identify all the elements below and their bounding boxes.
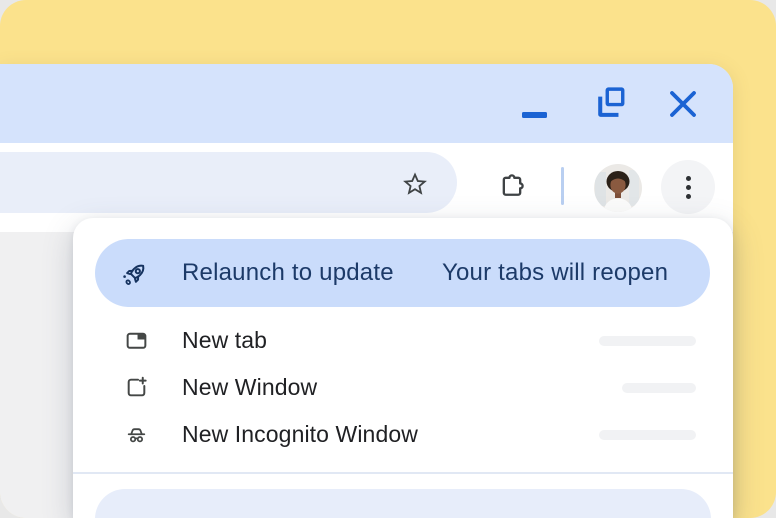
menu-item-new-window[interactable]: New Window — [73, 364, 733, 411]
shortcut-placeholder-bar — [622, 383, 696, 393]
screenshot-canvas: Relaunch to update Your tabs will reopen… — [0, 0, 776, 518]
rocket-icon — [119, 258, 151, 290]
menu-item-label: New tab — [182, 317, 267, 364]
menu-item-new-incognito-window[interactable]: New Incognito Window — [73, 411, 733, 458]
address-bar[interactable] — [0, 152, 457, 213]
three-dot-menu-icon[interactable] — [661, 160, 715, 214]
toolbar-divider — [561, 167, 564, 205]
new-tab-icon — [124, 328, 149, 353]
close-icon[interactable] — [668, 89, 698, 119]
menu-item-label: New Window — [182, 364, 317, 411]
extensions-puzzle-icon[interactable] — [498, 172, 526, 200]
chrome-menu-popup: Relaunch to update Your tabs will reopen… — [73, 218, 733, 518]
new-window-icon — [124, 375, 149, 400]
window-titlebar — [0, 64, 733, 143]
restore-icon[interactable] — [596, 87, 626, 119]
shortcut-placeholder-bar — [599, 336, 696, 346]
incognito-icon — [124, 422, 149, 447]
menu-item-new-tab[interactable]: New tab — [73, 317, 733, 364]
menu-item-label: New Incognito Window — [182, 411, 418, 458]
next-section-highlight-item[interactable] — [95, 489, 711, 518]
bookmark-star-icon[interactable] — [400, 170, 430, 200]
menu-divider — [73, 472, 733, 474]
relaunch-label: Relaunch to update — [182, 239, 394, 307]
relaunch-hint: Your tabs will reopen — [442, 239, 668, 307]
minimize-icon[interactable] — [522, 112, 547, 118]
shortcut-placeholder-bar — [599, 430, 696, 440]
profile-avatar[interactable] — [594, 164, 642, 212]
